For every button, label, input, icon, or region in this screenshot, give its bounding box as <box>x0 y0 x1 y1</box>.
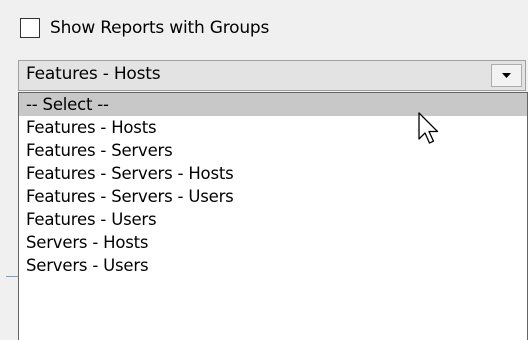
report-dropdown[interactable]: Features - Hosts <box>18 60 526 91</box>
list-item[interactable]: Features - Hosts <box>19 116 527 139</box>
dropdown-selected-value: Features - Hosts <box>26 64 161 84</box>
list-item[interactable]: Servers - Hosts <box>19 231 527 254</box>
chevron-down-icon <box>502 73 511 78</box>
dropdown-list[interactable]: -- Select -- Features - Hosts Features -… <box>18 92 528 340</box>
list-item[interactable]: Servers - Users <box>19 254 527 277</box>
list-item[interactable]: -- Select -- <box>19 93 527 116</box>
mouse-pointer-icon <box>418 112 439 144</box>
divider <box>6 276 18 277</box>
list-item[interactable]: Features - Users <box>19 208 527 231</box>
checkbox-label: Show Reports with Groups <box>50 18 270 38</box>
list-item[interactable]: Features - Servers - Hosts <box>19 162 527 185</box>
checkbox-box[interactable] <box>20 18 40 38</box>
list-item[interactable]: Features - Servers <box>19 139 527 162</box>
dropdown-toggle-button[interactable] <box>491 64 522 87</box>
list-item[interactable]: Features - Servers - Users <box>19 185 527 208</box>
show-reports-with-groups-checkbox[interactable]: Show Reports with Groups <box>20 13 269 43</box>
